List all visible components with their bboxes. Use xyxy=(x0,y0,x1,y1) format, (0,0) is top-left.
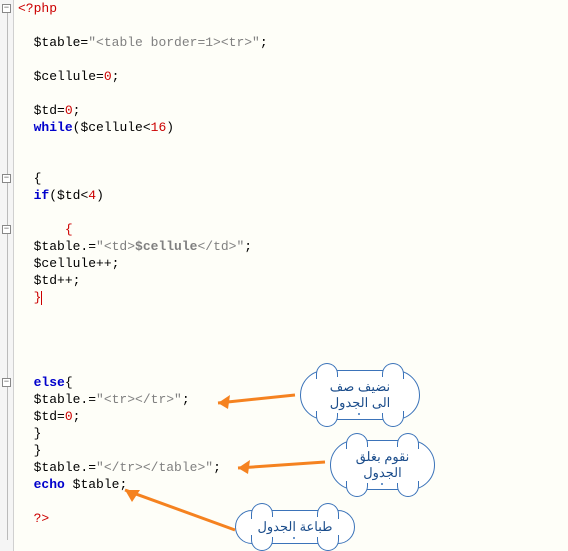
annotation-cloud-2: نقوم بغلق الجدول xyxy=(330,440,435,490)
fold-toggle[interactable]: − xyxy=(2,174,11,183)
code-line: $table.="<tr></tr>"; xyxy=(18,391,568,408)
code-line: if($td<4) xyxy=(18,187,568,204)
code-line: { xyxy=(18,221,568,238)
code-line: else{ xyxy=(18,374,568,391)
fold-gutter: − − − − xyxy=(0,0,14,551)
code-line: $td=0; xyxy=(18,102,568,119)
code-line: $table.="<td>$cellule</td>"; xyxy=(18,238,568,255)
code-line: { xyxy=(18,170,568,187)
fold-toggle[interactable]: − xyxy=(2,4,11,13)
code-line: echo $table; xyxy=(18,476,568,493)
code-line: } xyxy=(18,289,568,306)
code-line: } xyxy=(18,425,568,442)
code-line: while($cellule<16) xyxy=(18,119,568,136)
code-line: } xyxy=(18,442,568,459)
code-line: $cellule++; xyxy=(18,255,568,272)
fold-toggle[interactable]: − xyxy=(2,378,11,387)
code-line: <?php xyxy=(18,0,568,17)
annotation-cloud-1: نضيف صف الى الجدول xyxy=(300,370,420,420)
annotation-cloud-3: طباعة الجدول xyxy=(235,510,355,544)
code-editor[interactable]: <?php $table="<table border=1><tr>"; $ce… xyxy=(14,0,568,551)
code-line: $cellule=0; xyxy=(18,68,568,85)
code-line: $table.="</tr></table>"; xyxy=(18,459,568,476)
code-line: $td=0; xyxy=(18,408,568,425)
text-cursor xyxy=(41,291,42,305)
code-line: $table="<table border=1><tr>"; xyxy=(18,34,568,51)
fold-toggle[interactable]: − xyxy=(2,225,11,234)
code-line: $td++; xyxy=(18,272,568,289)
